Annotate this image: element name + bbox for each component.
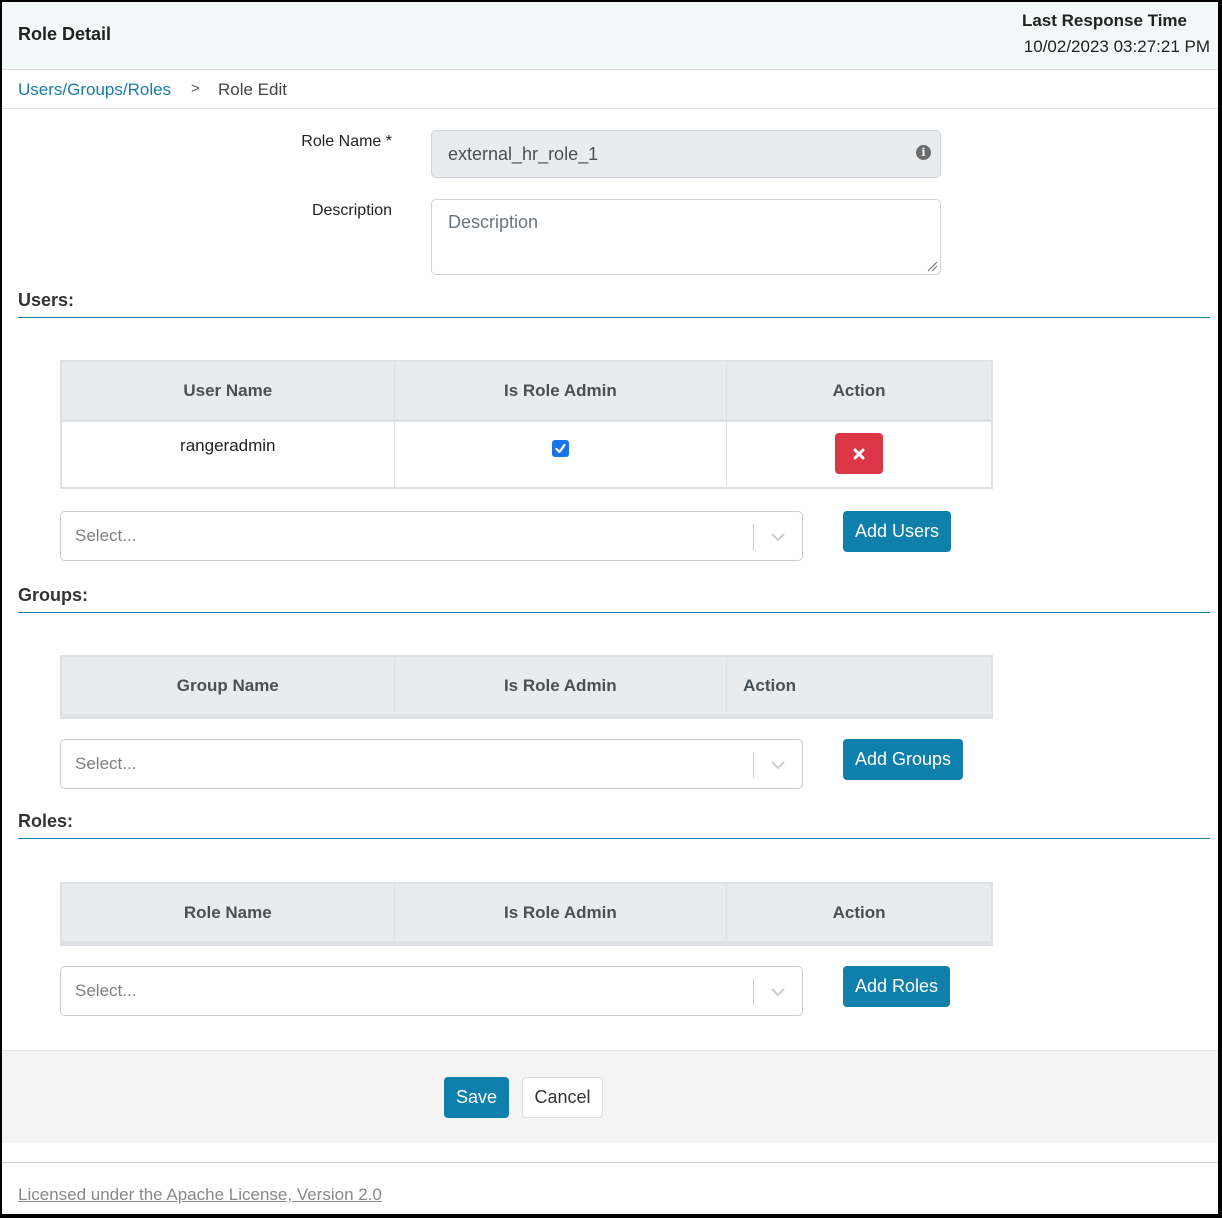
column-header-action: Action (832, 902, 886, 922)
page-header: Role Detail Last Response Time 10/02/202… (2, 2, 1218, 70)
users-section-title: Users: (18, 290, 75, 310)
column-header-role-name: Role Name (62, 884, 395, 941)
users-section-divider (18, 317, 1210, 318)
groups-table: Group Name Is Role Admin Action (60, 655, 993, 719)
chevron-down-icon[interactable] (768, 984, 788, 1000)
column-header-is-role-admin: Is Role Admin (395, 362, 728, 419)
groups-table-header: Group Name Is Role Admin Action (62, 657, 991, 717)
roles-select[interactable]: Select... (60, 966, 803, 1016)
users-select-placeholder: Select... (75, 526, 137, 545)
breadcrumb-link-users-groups-roles[interactable]: Users/Groups/Roles (18, 80, 171, 100)
add-users-button[interactable]: Add Users (843, 511, 952, 552)
select-separator (753, 979, 754, 1005)
select-separator (753, 524, 754, 550)
chevron-down-icon[interactable] (768, 757, 788, 773)
role-name-input[interactable]: external_hr_role_1 i (431, 130, 941, 178)
info-circle-icon[interactable]: i (916, 145, 931, 160)
roles-table-header: Role Name Is Role Admin Action (62, 884, 991, 944)
users-select[interactable]: Select... (60, 511, 803, 561)
description-placeholder: Description (448, 212, 539, 232)
breadcrumb-separator-icon: > (191, 80, 200, 97)
form-actions-bar: Save Cancel (2, 1050, 1218, 1143)
description-textarea[interactable]: Description (431, 199, 941, 275)
role-detail-page: Role Detail Last Response Time 10/02/202… (2, 2, 1218, 1214)
footer-divider (2, 1162, 1218, 1163)
last-response-value: 10/02/2023 03:27:21 PM (1023, 37, 1210, 56)
groups-select-placeholder: Select... (75, 754, 137, 773)
breadcrumb: Users/Groups/Roles > Role Edit (2, 71, 1218, 109)
add-groups-button[interactable]: Add Groups (843, 739, 964, 780)
select-separator (753, 752, 754, 778)
chevron-down-icon[interactable] (768, 529, 788, 545)
column-header-action: Action (743, 675, 796, 695)
resize-handle-icon[interactable] (926, 260, 938, 272)
license-link[interactable]: Licensed under the Apache License, Versi… (18, 1185, 382, 1205)
groups-section-title: Groups: (18, 585, 88, 605)
checkmark-icon (555, 443, 566, 454)
column-header-group-name: Group Name (62, 657, 395, 714)
column-header-is-role-admin: Is Role Admin (395, 657, 728, 714)
cancel-button[interactable]: Cancel (522, 1077, 603, 1118)
column-header-user-name: User Name (62, 362, 395, 419)
description-label: Description (311, 202, 392, 219)
roles-table: Role Name Is Role Admin Action (60, 882, 993, 946)
table-row: rangeradmin (62, 422, 991, 487)
remove-user-button[interactable] (835, 433, 884, 474)
users-table-header: User Name Is Role Admin Action (62, 362, 991, 422)
roles-select-placeholder: Select... (75, 981, 137, 1000)
add-roles-button[interactable]: Add Roles (843, 966, 951, 1007)
page-title: Role Detail (18, 24, 112, 44)
is-role-admin-cell (395, 422, 728, 487)
action-cell (727, 422, 991, 487)
groups-select[interactable]: Select... (60, 739, 803, 789)
column-header-action: Action (832, 380, 886, 400)
close-icon (853, 448, 865, 459)
breadcrumb-current: Role Edit (218, 80, 287, 99)
user-name-cell: rangeradmin (62, 422, 395, 487)
last-response-label: Last Response Time (1021, 11, 1187, 30)
groups-section-divider (18, 612, 1210, 613)
save-button[interactable]: Save (444, 1077, 509, 1118)
role-name-label: Role Name * (301, 133, 392, 150)
roles-section-divider (18, 838, 1210, 839)
column-header-is-role-admin: Is Role Admin (395, 884, 728, 941)
users-table: User Name Is Role Admin Action rangeradm… (60, 360, 993, 489)
role-name-value: external_hr_role_1 (448, 144, 599, 164)
is-role-admin-checkbox[interactable] (551, 440, 569, 457)
roles-section-title: Roles: (18, 811, 74, 831)
